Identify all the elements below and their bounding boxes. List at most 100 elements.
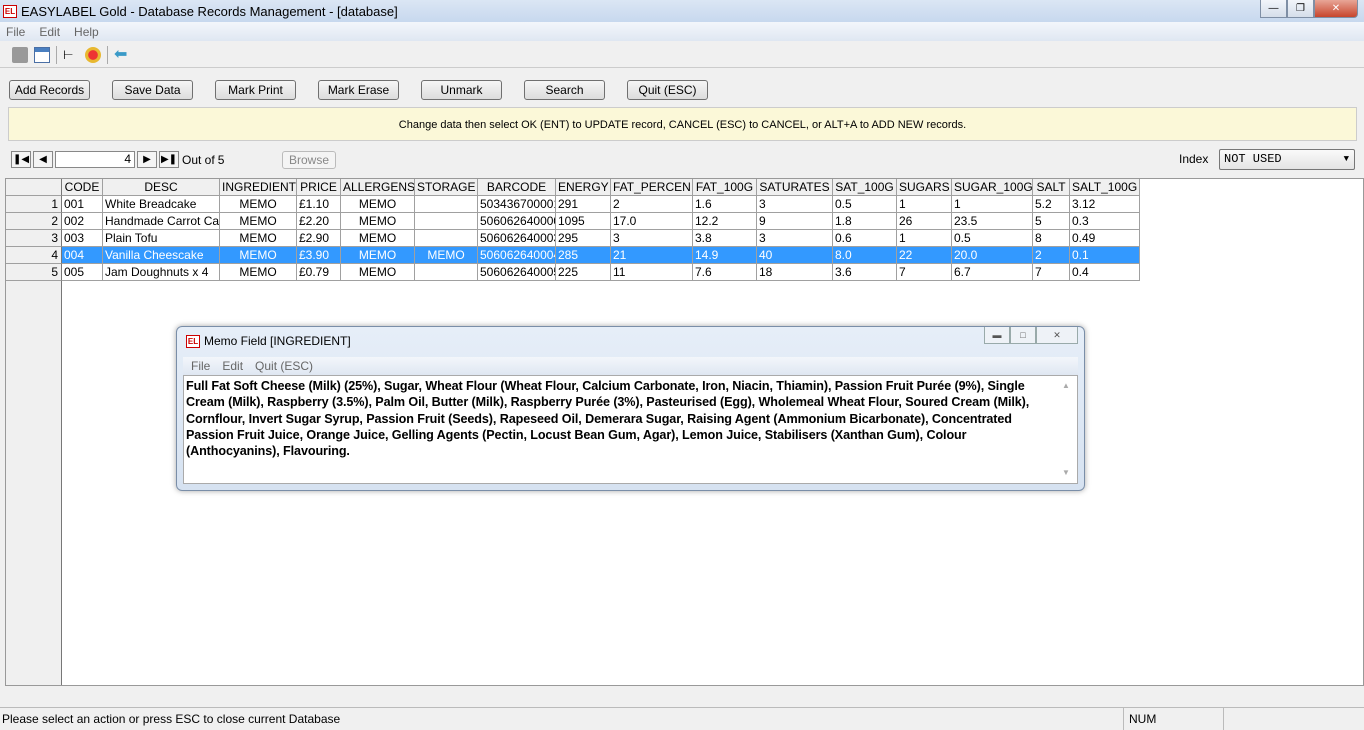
column-header[interactable]: SALT_100G — [1070, 179, 1140, 196]
tree-structure-icon[interactable]: ⊢ — [63, 47, 79, 63]
memo-menu-edit[interactable]: Edit — [222, 359, 243, 373]
grid-cell[interactable]: 1.8 — [833, 213, 897, 230]
minimize-button[interactable]: — — [1260, 0, 1287, 18]
close-db-icon[interactable] — [85, 46, 101, 63]
record-number-input[interactable]: 4 — [55, 151, 135, 168]
column-header[interactable]: SATURATES — [757, 179, 833, 196]
grid-cell[interactable]: 291 — [556, 196, 611, 213]
grid-cell[interactable]: Handmade Carrot Cake — [103, 213, 220, 230]
grid-cell[interactable]: MEMO — [220, 196, 297, 213]
grid-cell[interactable]: 23.5 — [952, 213, 1033, 230]
grid-cell[interactable]: MEMO — [341, 213, 415, 230]
mark-erase-button[interactable]: Mark Erase — [318, 80, 399, 100]
last-record-button[interactable]: ▶❚ — [159, 151, 179, 168]
grid-cell[interactable]: MEMO — [220, 247, 297, 264]
grid-cell[interactable]: White Breadcake — [103, 196, 220, 213]
grid-cell[interactable]: 1 — [897, 196, 952, 213]
back-arrow-icon[interactable]: ⬅ — [114, 46, 130, 63]
grid-cell[interactable]: MEMO — [341, 247, 415, 264]
grid-cell[interactable]: 002 — [62, 213, 103, 230]
column-header[interactable]: INGREDIENT — [220, 179, 297, 196]
grid-cell[interactable]: 0.49 — [1070, 230, 1140, 247]
search-button[interactable]: Search — [524, 80, 605, 100]
save-data-button[interactable]: Save Data — [112, 80, 193, 100]
column-header[interactable]: SALT — [1033, 179, 1070, 196]
column-header[interactable]: DESC — [103, 179, 220, 196]
grid-cell[interactable]: 22 — [897, 247, 952, 264]
menu-file[interactable]: File — [6, 25, 25, 39]
grid-cell[interactable]: 285 — [556, 247, 611, 264]
grid-cell[interactable]: 12.2 — [693, 213, 757, 230]
table-row[interactable]: 4 004 Vanilla Cheescake MEMO £3.90 MEMO MEMO 50… — [6, 247, 1363, 264]
index-select[interactable]: NOT USED ▼ — [1219, 149, 1355, 170]
grid-cell[interactable]: 3 — [611, 230, 693, 247]
mark-print-button[interactable]: Mark Print — [215, 80, 296, 100]
grid-cell[interactable]: Jam Doughnuts x 4 — [103, 264, 220, 281]
grid-cell[interactable]: 003 — [62, 230, 103, 247]
grid-cell[interactable]: 0.5 — [833, 196, 897, 213]
memo-menu-quit[interactable]: Quit (ESC) — [255, 359, 313, 373]
column-header[interactable]: SUGARS — [897, 179, 952, 196]
grid-cell[interactable]: 7.6 — [693, 264, 757, 281]
row-header[interactable]: 1 — [6, 196, 62, 213]
grid-cell[interactable]: 5 — [1033, 213, 1070, 230]
add-records-button[interactable]: Add Records — [9, 80, 90, 100]
grid-cell[interactable]: 506062640000 — [478, 213, 556, 230]
column-header[interactable]: CODE — [62, 179, 103, 196]
grid-cell[interactable]: 8 — [1033, 230, 1070, 247]
grid-cell[interactable]: 506062640005 — [478, 264, 556, 281]
grid-cell[interactable]: 40 — [757, 247, 833, 264]
grid-cell[interactable]: 1.6 — [693, 196, 757, 213]
memo-maximize-button[interactable]: □ — [1010, 327, 1036, 344]
row-header[interactable]: 5 — [6, 264, 62, 281]
maximize-button[interactable]: ❐ — [1287, 0, 1314, 18]
table-row[interactable]: 5 005 Jam Doughnuts x 4 MEMO £0.79 MEMO 506062… — [6, 264, 1363, 281]
grid-cell[interactable]: 3.6 — [833, 264, 897, 281]
column-header[interactable]: PRICE — [297, 179, 341, 196]
database-icon[interactable] — [12, 46, 28, 63]
grid-cell[interactable]: 1095 — [556, 213, 611, 230]
browse-button[interactable]: Browse — [282, 151, 336, 169]
menu-edit[interactable]: Edit — [39, 25, 60, 39]
grid-cell[interactable]: 3 — [757, 196, 833, 213]
grid-cell[interactable]: MEMO — [341, 264, 415, 281]
column-header[interactable]: SUGAR_100G — [952, 179, 1033, 196]
table-view-icon[interactable] — [34, 46, 50, 63]
row-header[interactable]: 2 — [6, 213, 62, 230]
grid-cell[interactable]: 2 — [1033, 247, 1070, 264]
grid-cell[interactable]: MEMO — [220, 213, 297, 230]
grid-cell[interactable]: MEMO — [220, 264, 297, 281]
column-header[interactable]: BARCODE — [478, 179, 556, 196]
row-header[interactable]: 3 — [6, 230, 62, 247]
grid-cell[interactable]: 0.4 — [1070, 264, 1140, 281]
grid-cell[interactable]: 20.0 — [952, 247, 1033, 264]
grid-cell[interactable]: 0.5 — [952, 230, 1033, 247]
grid-cell[interactable]: £1.10 — [297, 196, 341, 213]
column-header[interactable]: STORAGE — [415, 179, 478, 196]
grid-cell[interactable]: 0.1 — [1070, 247, 1140, 264]
memo-close-button[interactable]: ✕ — [1036, 327, 1078, 344]
grid-cell[interactable]: 004 — [62, 247, 103, 264]
grid-cell[interactable]: 2 — [611, 196, 693, 213]
prev-record-button[interactable]: ◀ — [33, 151, 53, 168]
grid-cell[interactable]: 001 — [62, 196, 103, 213]
column-header[interactable]: ENERGY — [556, 179, 611, 196]
next-record-button[interactable]: ▶ — [137, 151, 157, 168]
first-record-button[interactable]: ❚◀ — [11, 151, 31, 168]
grid-cell[interactable] — [415, 213, 478, 230]
grid-cell[interactable]: 21 — [611, 247, 693, 264]
grid-cell[interactable]: 0.3 — [1070, 213, 1140, 230]
grid-cell[interactable]: 8.0 — [833, 247, 897, 264]
grid-cell[interactable]: 3.8 — [693, 230, 757, 247]
grid-cell[interactable]: Vanilla Cheescake — [103, 247, 220, 264]
grid-cell[interactable]: £2.90 — [297, 230, 341, 247]
grid-cell[interactable]: 1 — [952, 196, 1033, 213]
quit-button[interactable]: Quit (ESC) — [627, 80, 708, 100]
memo-minimize-button[interactable]: ▬ — [984, 327, 1010, 344]
column-header[interactable]: SAT_100G — [833, 179, 897, 196]
grid-cell[interactable] — [415, 196, 478, 213]
grid-cell[interactable]: 18 — [757, 264, 833, 281]
memo-menu-file[interactable]: File — [191, 359, 210, 373]
grid-cell[interactable]: 14.9 — [693, 247, 757, 264]
grid-cell[interactable]: 17.0 — [611, 213, 693, 230]
